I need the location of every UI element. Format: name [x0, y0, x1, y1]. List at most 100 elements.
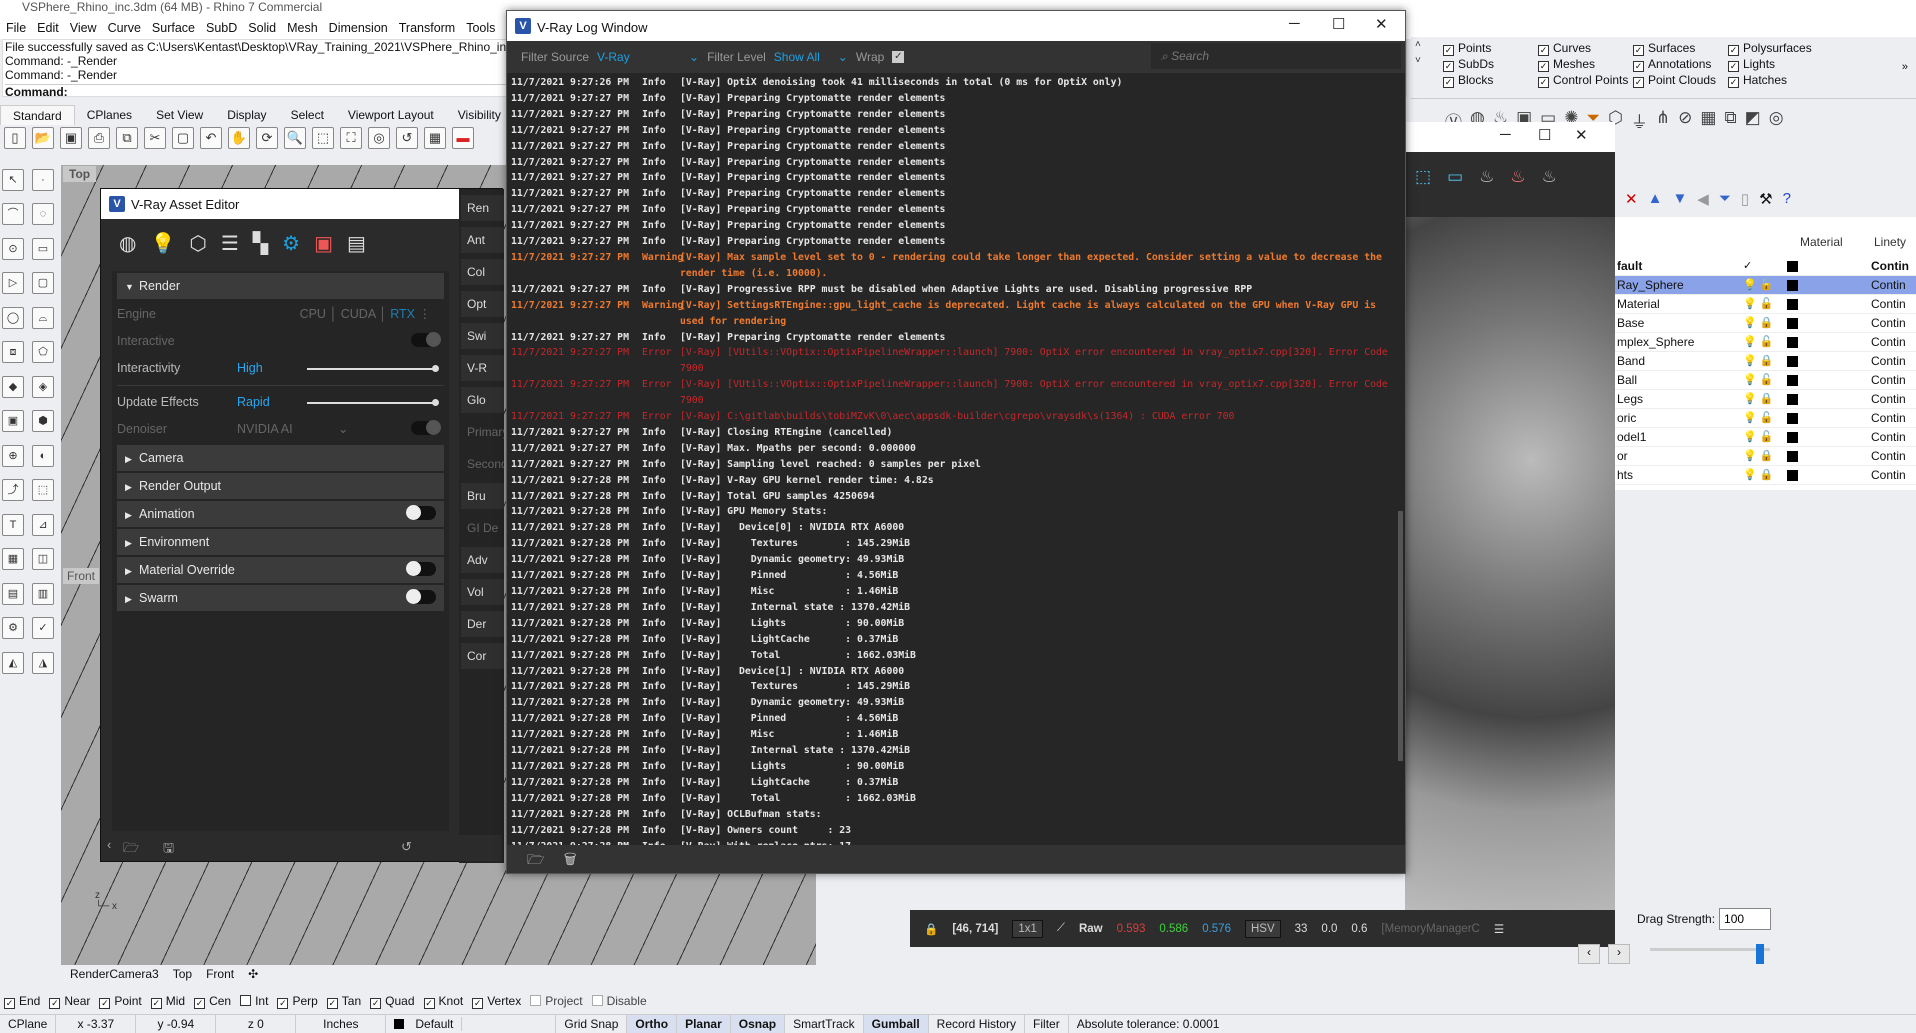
filter-subds[interactable]: ✓ SubDs [1443, 57, 1538, 72]
tool-icon[interactable]: ◈ [32, 375, 54, 398]
undo-icon[interactable]: ↶ [200, 127, 222, 149]
tool-icon[interactable]: ⬢ [32, 410, 54, 433]
tool-icon[interactable]: · [32, 169, 54, 191]
status-toggle-record-history[interactable]: Record History [929, 1015, 1026, 1033]
tool-icon[interactable]: ⚙ [2, 617, 24, 640]
menu-subd[interactable]: SubD [202, 17, 244, 39]
layer-color-swatch[interactable] [1787, 451, 1798, 462]
log-scrollbar[interactable] [1398, 511, 1403, 761]
checkbox[interactable]: ✓ [4, 998, 15, 1009]
osnap-project[interactable]: Project [530, 994, 583, 1009]
layer-color-swatch[interactable] [1787, 470, 1798, 481]
layer-visibility-lock-icons[interactable]: 💡 🔒 [1743, 390, 1773, 409]
search-input[interactable]: ⌕ Search [1151, 43, 1401, 69]
zoom-window-icon[interactable]: ⬚ [312, 127, 334, 149]
lightmix-icon[interactable]: ◎ [1769, 108, 1784, 133]
filter-blocks[interactable]: ✓ Blocks [1443, 73, 1538, 88]
settings-gear-icon[interactable]: ⚙ [282, 231, 300, 259]
section-material-override[interactable]: ▶ Material Override [117, 557, 444, 583]
fur-icon[interactable]: ⋔ [1656, 108, 1670, 133]
filter-level-dropdown[interactable]: Show All [774, 50, 830, 64]
pan-icon[interactable]: ✋ [228, 127, 250, 149]
tab-set-view[interactable]: Set View [144, 105, 215, 125]
minimize-button[interactable]: ─ [1289, 15, 1300, 32]
layer-visibility-lock-icons[interactable]: ✓ [1743, 257, 1752, 276]
settings-section[interactable]: Col [461, 259, 504, 285]
layer-color-swatch[interactable] [1787, 356, 1798, 367]
checkbox[interactable]: ✓ [1728, 61, 1739, 72]
layer-visibility-lock-icons[interactable]: 💡 🔓 [1743, 371, 1773, 390]
interactive-toggle[interactable] [411, 332, 441, 347]
checkbox[interactable]: ✓ [1538, 77, 1549, 88]
osnap-quad[interactable]: ✓ Quad [370, 994, 415, 1009]
materials-icon[interactable]: ◍ [119, 231, 136, 259]
layer-color-swatch[interactable] [1787, 432, 1798, 443]
tool-icon[interactable]: ◆ [2, 375, 24, 398]
layer-linetype[interactable]: Contin [1871, 390, 1906, 409]
section-render-output[interactable]: ▶ Render Output [117, 473, 444, 499]
checkbox[interactable]: ✓ [1443, 77, 1454, 88]
save-icon[interactable]: ▣ [60, 127, 82, 149]
checkbox[interactable]: ✓ [1728, 45, 1739, 56]
denoiser-dropdown[interactable]: NVIDIA AI [237, 416, 293, 443]
status-toggle-smarttrack[interactable]: SmartTrack [785, 1015, 864, 1033]
tool-icon[interactable]: ⊕ [2, 444, 24, 467]
checkbox[interactable]: ✓ [194, 998, 206, 1009]
menu-edit[interactable]: Edit [33, 17, 66, 39]
layer-color-swatch[interactable] [1787, 413, 1798, 424]
osnap-disable[interactable]: Disable [591, 994, 647, 1009]
filter-icon[interactable]: ⏷ [1719, 190, 1731, 212]
settings-section[interactable]: Swi [461, 323, 504, 349]
checkbox[interactable] [240, 995, 252, 1006]
layer-row[interactable]: Base 💡 🔒 Contin [1615, 314, 1916, 333]
filter-point-clouds[interactable]: ✓ Point Clouds [1633, 73, 1728, 88]
osnap-perp[interactable]: ✓ Perp [277, 994, 318, 1009]
next-button[interactable]: › [1608, 944, 1630, 964]
engine-rtx[interactable]: RTX [390, 307, 415, 321]
menu-surface[interactable]: Surface [148, 17, 202, 39]
open-icon[interactable]: 📂 [32, 127, 54, 149]
layers-icon[interactable]: ☰ [221, 231, 239, 259]
layer-linetype[interactable]: Contin [1871, 314, 1906, 333]
layer-row[interactable]: Material 💡 🔓 Contin [1615, 295, 1916, 314]
denoiser-toggle[interactable] [411, 420, 441, 435]
rotate-icon[interactable]: ⟳ [256, 127, 278, 149]
move-up-icon[interactable]: ▲ [1648, 190, 1663, 212]
log-icon[interactable]: ☰ [1494, 922, 1504, 936]
tools-icon[interactable]: ⚒ [1759, 190, 1772, 212]
osnap-vertex[interactable]: ✓ Vertex [472, 994, 521, 1009]
clipper-icon[interactable]: ⊘ [1678, 108, 1692, 133]
tool-icon[interactable]: ⬚ [32, 479, 54, 502]
layer-row[interactable]: hts 💡 🔒 Contin [1615, 466, 1916, 485]
color-mode-dropdown[interactable]: HSV [1244, 919, 1281, 938]
layer-row[interactable]: or 💡 🔒 Contin [1615, 447, 1916, 466]
reset-icon[interactable]: ↺ [401, 839, 412, 855]
osnap-tan[interactable]: ✓ Tan [326, 994, 361, 1009]
collapse-left-icon[interactable]: ‹ [107, 837, 111, 852]
viewport-layout-icon[interactable]: ▦ [424, 127, 446, 149]
tab-standard[interactable]: Standard [0, 105, 75, 125]
layer-color-swatch[interactable] [1787, 337, 1798, 348]
section-swarm[interactable]: ▶ Swarm [117, 585, 444, 611]
chevron-down-icon[interactable]: ⌄ [838, 50, 848, 64]
layer-color-swatch[interactable] [1787, 261, 1798, 272]
settings-section[interactable]: Glo [461, 387, 504, 413]
tab-cplanes[interactable]: CPlanes [75, 105, 144, 125]
tool-icon[interactable]: ↖ [2, 169, 24, 191]
filter-annotations[interactable]: ✓ Annotations [1633, 57, 1728, 72]
layer-visibility-lock-icons[interactable]: 💡 🔒 [1743, 466, 1773, 485]
tool-icon[interactable]: ◐ [32, 444, 54, 467]
zoom-selected-icon[interactable]: ◎ [368, 127, 390, 149]
status-toggle-gumball[interactable]: Gumball [863, 1015, 929, 1033]
osnap-int[interactable]: Int [240, 994, 268, 1009]
close-button[interactable]: ✕ [1575, 126, 1588, 144]
osnap-point[interactable]: ✓ Point [99, 994, 142, 1009]
tool-icon[interactable]: ▥ [32, 582, 54, 605]
cut-icon[interactable]: ✂ [144, 127, 166, 149]
status-toggle-osnap[interactable]: Osnap [730, 1015, 786, 1033]
copy-icon[interactable]: ⧉ [116, 127, 138, 149]
layer-visibility-lock-icons[interactable]: 💡 🔓 [1743, 276, 1773, 295]
settings-section[interactable]: Cor [461, 643, 504, 669]
settings-section[interactable]: Vol [461, 579, 504, 605]
layer-row[interactable]: odel1 💡 🔓 Contin [1615, 428, 1916, 447]
